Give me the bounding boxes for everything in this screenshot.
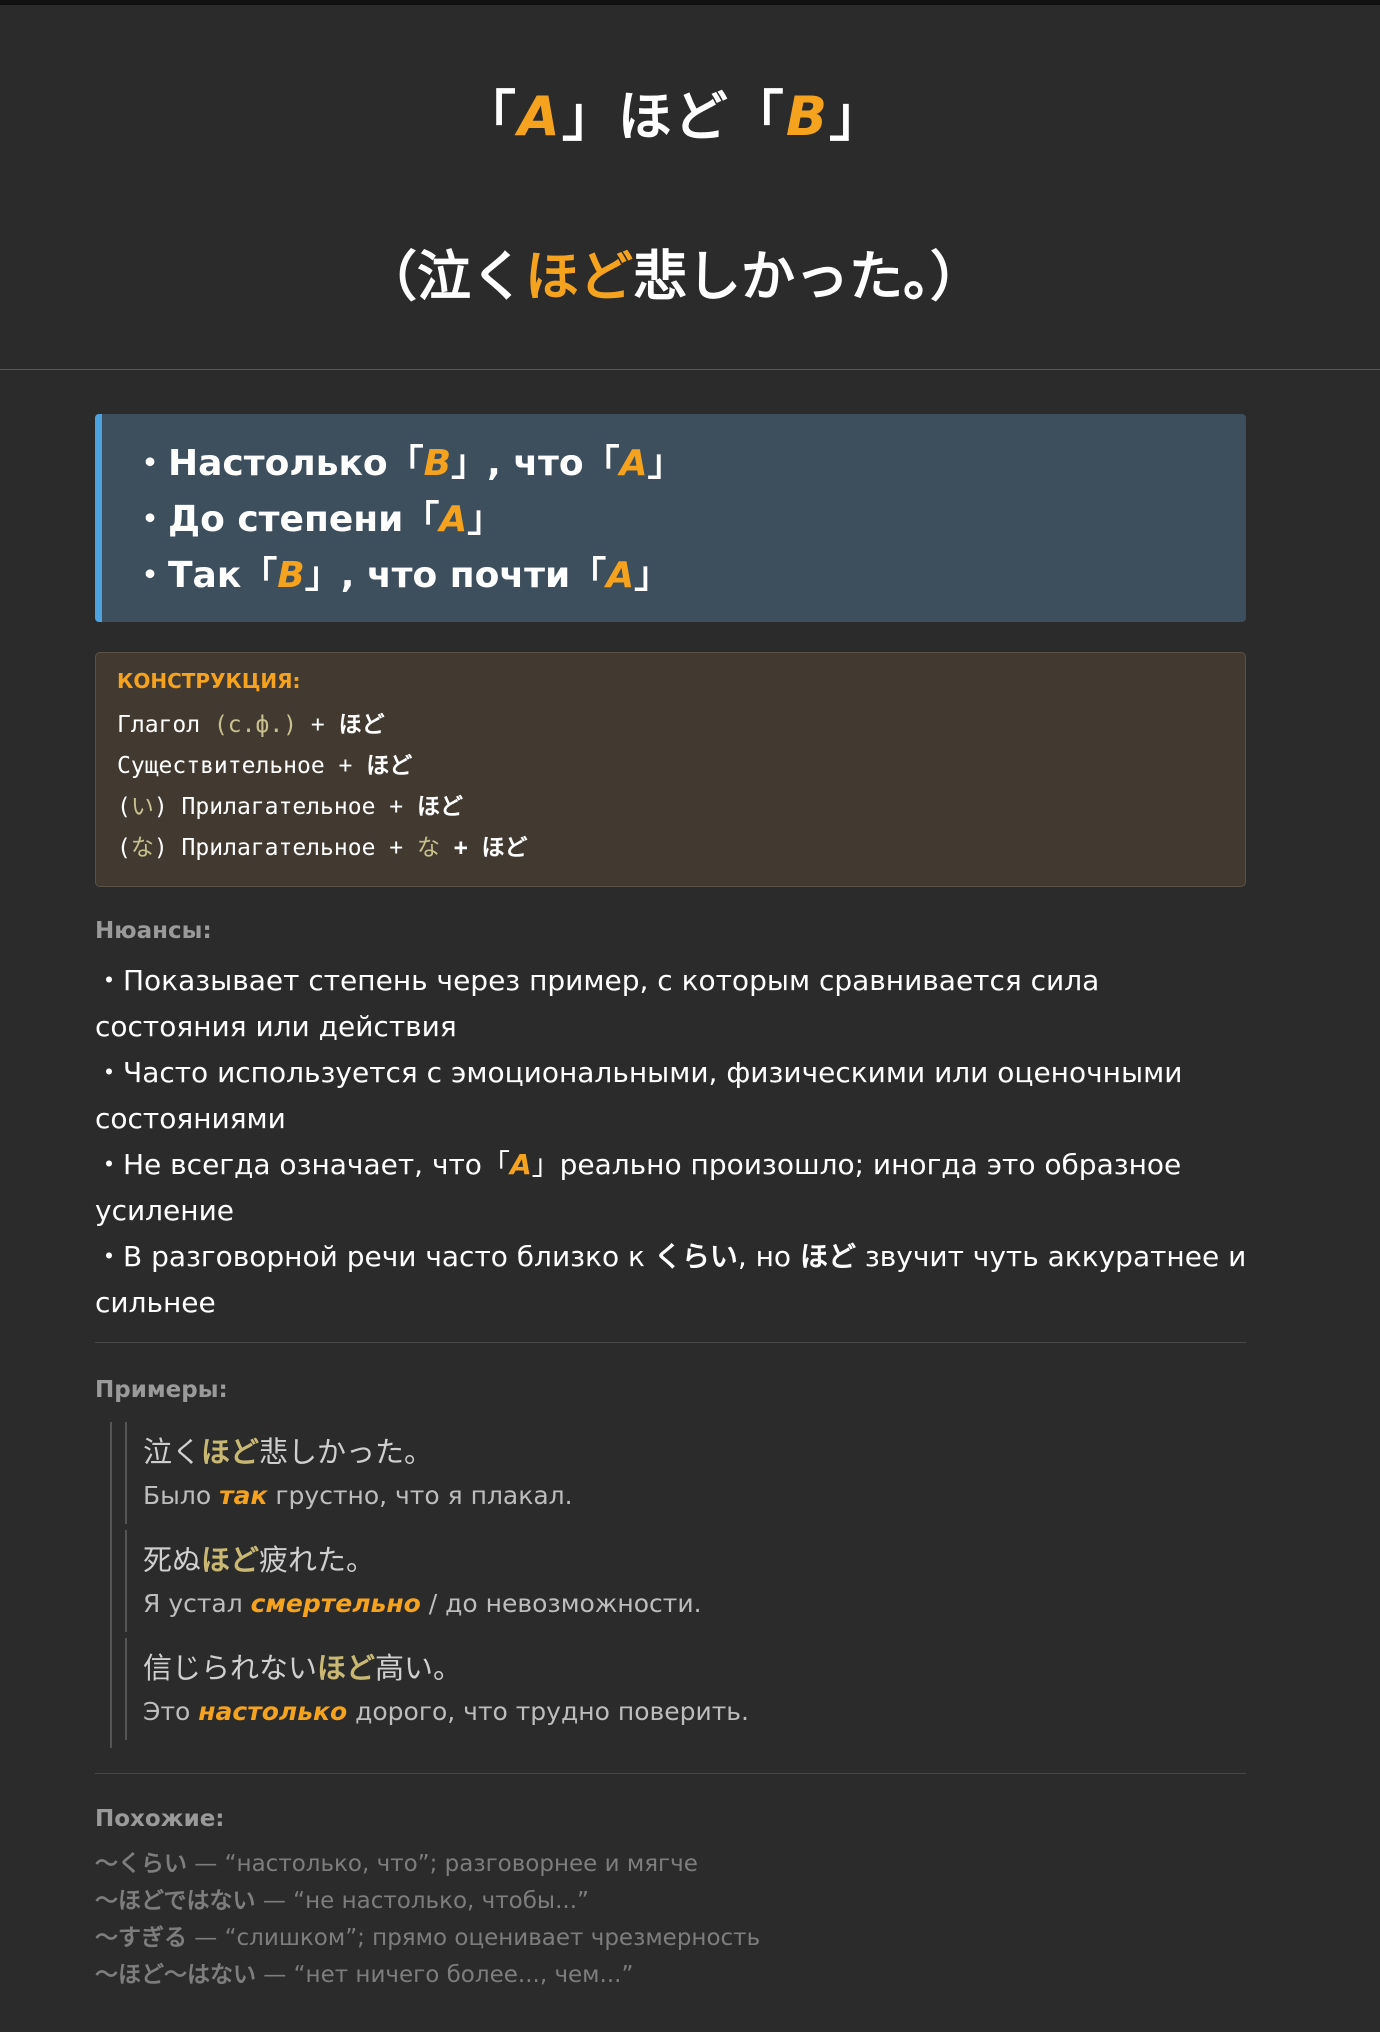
nuance-item: ・Часто используется с эмоциональными, фи… xyxy=(95,1056,1183,1135)
title-var-b: B xyxy=(785,85,829,148)
nuance-item: ・В разговорной речи часто близко к くらい, … xyxy=(95,1240,1247,1319)
construction-box: КОНСТРУКЦИЯ: Глагол (с.ф.) + ほど Существи… xyxy=(95,652,1246,887)
nuance-list: ・Показывает степень через пример, с кото… xyxy=(95,958,1255,1326)
meaning-line: ・Так「B」, что почти「A」 xyxy=(132,555,671,596)
construction-line: (な) Прилагательное + な + ほど xyxy=(117,835,528,861)
example-jp: 泣くほど悲しかった。 xyxy=(143,1435,434,1469)
similar-item: 〜ほど〜はない — “нет ничего более..., чем...” xyxy=(95,1962,634,1988)
similar-list: 〜くらい — “настолько, что”; разговорнее и м… xyxy=(95,1846,1255,1994)
header-example: （泣くほど悲しかった。） xyxy=(363,245,984,308)
example-jp: 死ぬほど疲れた。 xyxy=(143,1543,376,1577)
meaning-box: ・Настолько「B」, что「A」 ・До степени「A」 ・Та… xyxy=(95,414,1246,622)
examples-list: 泣くほど悲しかった。 Было так грустно, что я плака… xyxy=(110,1422,1242,1748)
example-item: 死ぬほど疲れた。 Я устал смертельно / до невозмо… xyxy=(125,1530,1242,1632)
construction-line: (い) Прилагательное + ほど xyxy=(117,794,463,820)
header-example-highlight: ほど xyxy=(525,245,633,308)
construction-line: Существительное + ほど xyxy=(117,753,413,779)
nuance-item: ・Показывает степень через пример, с кото… xyxy=(95,964,1100,1043)
divider xyxy=(95,1342,1246,1343)
example-item: 泣くほど悲しかった。 Было так грустно, что я плака… xyxy=(125,1422,1242,1524)
similar-item: 〜すぎる — “слишком”; прямо оценивает чрезме… xyxy=(95,1925,761,1951)
example-ru: Это настолько дорого, что трудно поверит… xyxy=(143,1697,749,1726)
construction-label: КОНСТРУКЦИЯ: xyxy=(117,669,301,693)
construction-line: Глагол (с.ф.) + ほど xyxy=(117,712,385,738)
similar-item: 〜くらい — “настолько, что”; разговорнее и м… xyxy=(95,1851,698,1877)
nuances-label: Нюансы: xyxy=(95,918,212,944)
meaning-line: ・До степени「A」 xyxy=(132,499,504,540)
top-border xyxy=(0,0,1380,5)
example-item: 信じられないほど高い。 Это настолько дорого, что тр… xyxy=(125,1638,1242,1740)
divider xyxy=(95,1773,1246,1774)
similar-label: Похожие: xyxy=(95,1806,225,1832)
similar-item: 〜ほどではない — “не настолько, чтобы...” xyxy=(95,1888,589,1914)
title-var-a: A xyxy=(518,85,562,148)
nuance-item: ・Не всегда означает, что「A」реально произ… xyxy=(95,1148,1182,1227)
meaning-line: ・Настолько「B」, что「A」 xyxy=(132,443,684,484)
examples-label: Примеры: xyxy=(95,1377,228,1403)
example-ru: Я устал смертельно / до невозможности. xyxy=(143,1589,702,1618)
page-title: 「A」ほど「B」 xyxy=(462,85,885,148)
header-divider xyxy=(0,369,1380,370)
example-jp: 信じられないほど高い。 xyxy=(143,1651,463,1685)
example-ru: Было так грустно, что я плакал. xyxy=(143,1481,573,1510)
